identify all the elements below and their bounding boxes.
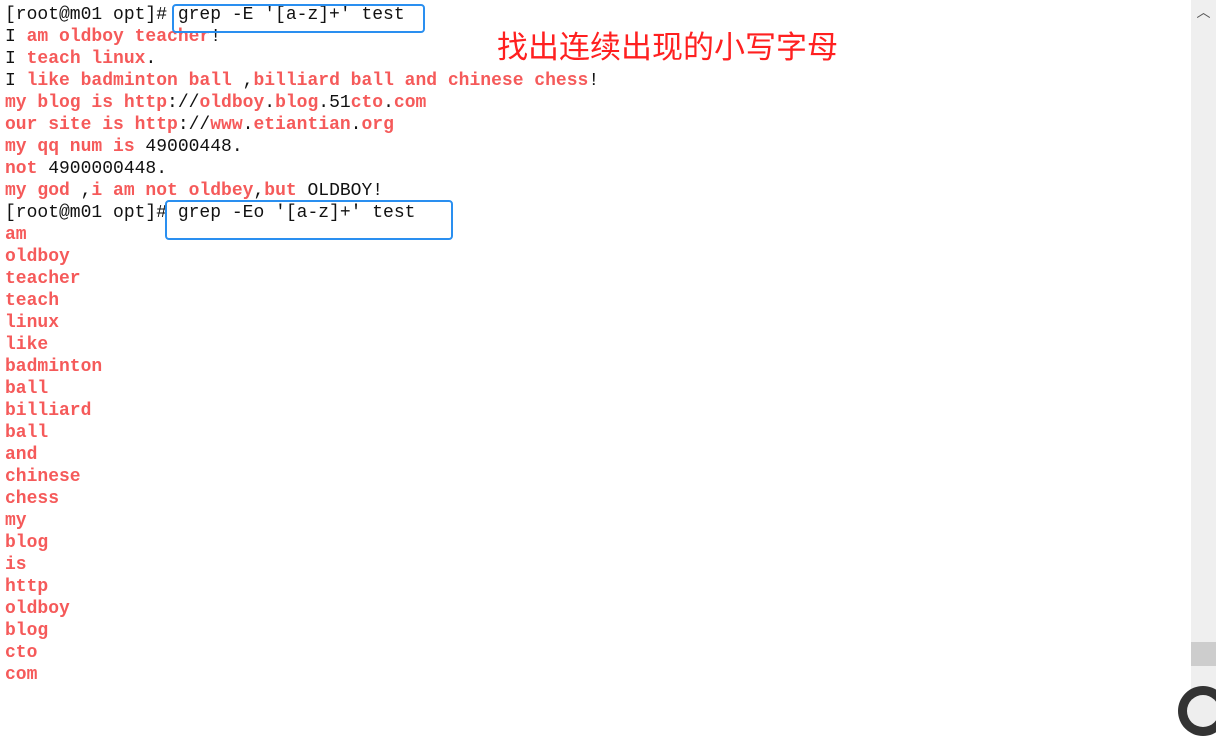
output-line: http	[5, 576, 599, 598]
match-text: ball	[5, 423, 49, 443]
plain-text: .	[264, 93, 276, 113]
output-line: and	[5, 444, 599, 466]
plain-text: I	[5, 49, 27, 69]
match-text: cto	[5, 643, 38, 663]
output-line: oldboy	[5, 246, 599, 268]
output-line: badminton	[5, 356, 599, 378]
match-text: my blog is http	[5, 93, 168, 113]
output-line: ball	[5, 422, 599, 444]
match-text: ball	[5, 379, 49, 399]
highlight-box-command-2	[165, 200, 453, 240]
match-text: linux	[5, 313, 60, 333]
output-line: not 4900000448.	[5, 158, 599, 180]
match-text: billiard	[5, 401, 92, 421]
match-text: my qq num is	[5, 137, 135, 157]
plain-text: .51	[318, 93, 351, 113]
match-text: and	[5, 445, 38, 465]
floating-assistant-icon[interactable]	[1178, 686, 1216, 736]
match-text: not	[5, 159, 38, 179]
output-line: my god ,i am not oldbey,but OLDBOY!	[5, 180, 599, 202]
match-text: blog	[5, 621, 49, 641]
match-text: our site is http	[5, 115, 178, 135]
plain-text: !	[588, 71, 600, 91]
plain-text: 49000448.	[134, 137, 243, 157]
match-text: badminton	[5, 357, 103, 377]
highlight-box-command-1	[172, 4, 425, 33]
match-text: org	[361, 115, 394, 135]
plain-text: ://	[177, 115, 211, 135]
terminal-output: [root@m01 opt]# grep -E '[a-z]+' test I a…	[5, 4, 599, 686]
match-text: www	[210, 115, 243, 135]
output-line: my	[5, 510, 599, 532]
plain-text: ,	[69, 181, 92, 201]
match-text: is	[5, 555, 27, 575]
output-line: ball	[5, 378, 599, 400]
plain-text: ://	[167, 93, 200, 113]
match-text: am	[5, 225, 27, 245]
match-text: oldboy	[5, 247, 70, 267]
match-text: oldboy	[5, 599, 70, 619]
match-text: billiard ball and chinese chess	[253, 71, 589, 91]
match-text: teacher	[5, 269, 81, 289]
match-text: com	[393, 93, 427, 113]
plain-text: 4900000448.	[37, 159, 168, 179]
output-line: my blog is http://oldboy.blog.51cto.com	[5, 92, 599, 114]
plain-text: I	[5, 71, 27, 91]
match-text: teach linux	[26, 49, 146, 69]
output-line: like	[5, 334, 599, 356]
match-text: but	[264, 181, 297, 201]
match-text: blog	[5, 533, 49, 553]
match-text: chinese	[5, 467, 81, 487]
output-line: cto	[5, 642, 599, 664]
output-line: I like badminton ball ,billiard ball and…	[5, 70, 599, 92]
output-line: blog	[5, 532, 599, 554]
plain-text: ,	[253, 181, 265, 201]
match-text: teach	[5, 291, 60, 311]
match-text: i am not oldbey	[91, 181, 254, 201]
plain-text: .	[383, 93, 394, 113]
match-text: blog	[275, 93, 319, 113]
output-line: com	[5, 664, 599, 686]
output-line: linux	[5, 312, 599, 334]
match-text: like badminton ball	[26, 71, 232, 91]
output-line: chess	[5, 488, 599, 510]
annotation-text: 找出连续出现的小写字母	[497, 30, 838, 66]
output-line: my qq num is 49000448.	[5, 136, 599, 158]
scroll-up-arrow-icon[interactable]: ︿	[1191, 2, 1216, 22]
match-text: com	[5, 665, 38, 685]
output-line: oldboy	[5, 598, 599, 620]
match-text: http	[5, 577, 49, 597]
output-line: teach	[5, 290, 599, 312]
plain-text: OLDBOY!	[296, 181, 384, 201]
plain-text: .	[145, 49, 157, 69]
output-line: our site is http://www.etiantian.org	[5, 114, 599, 136]
scrollbar-thumb[interactable]	[1191, 642, 1216, 666]
vertical-scrollbar[interactable]: ︿	[1191, 0, 1216, 706]
output-line: teacher	[5, 268, 599, 290]
plain-text: .	[242, 115, 254, 135]
match-text: chess	[5, 489, 60, 509]
output-line: is	[5, 554, 599, 576]
output-line: chinese	[5, 466, 599, 488]
match-text: like	[5, 335, 49, 355]
plain-text: I	[5, 27, 27, 47]
match-text: etiantian	[253, 115, 351, 135]
match-text: oldboy	[199, 93, 265, 113]
output-line: billiard	[5, 400, 599, 422]
match-text: my god	[5, 181, 70, 201]
match-text: my	[5, 511, 27, 531]
match-text: cto	[350, 93, 384, 113]
plain-text: .	[350, 115, 362, 135]
output-line: blog	[5, 620, 599, 642]
plain-text: ,	[231, 71, 254, 91]
